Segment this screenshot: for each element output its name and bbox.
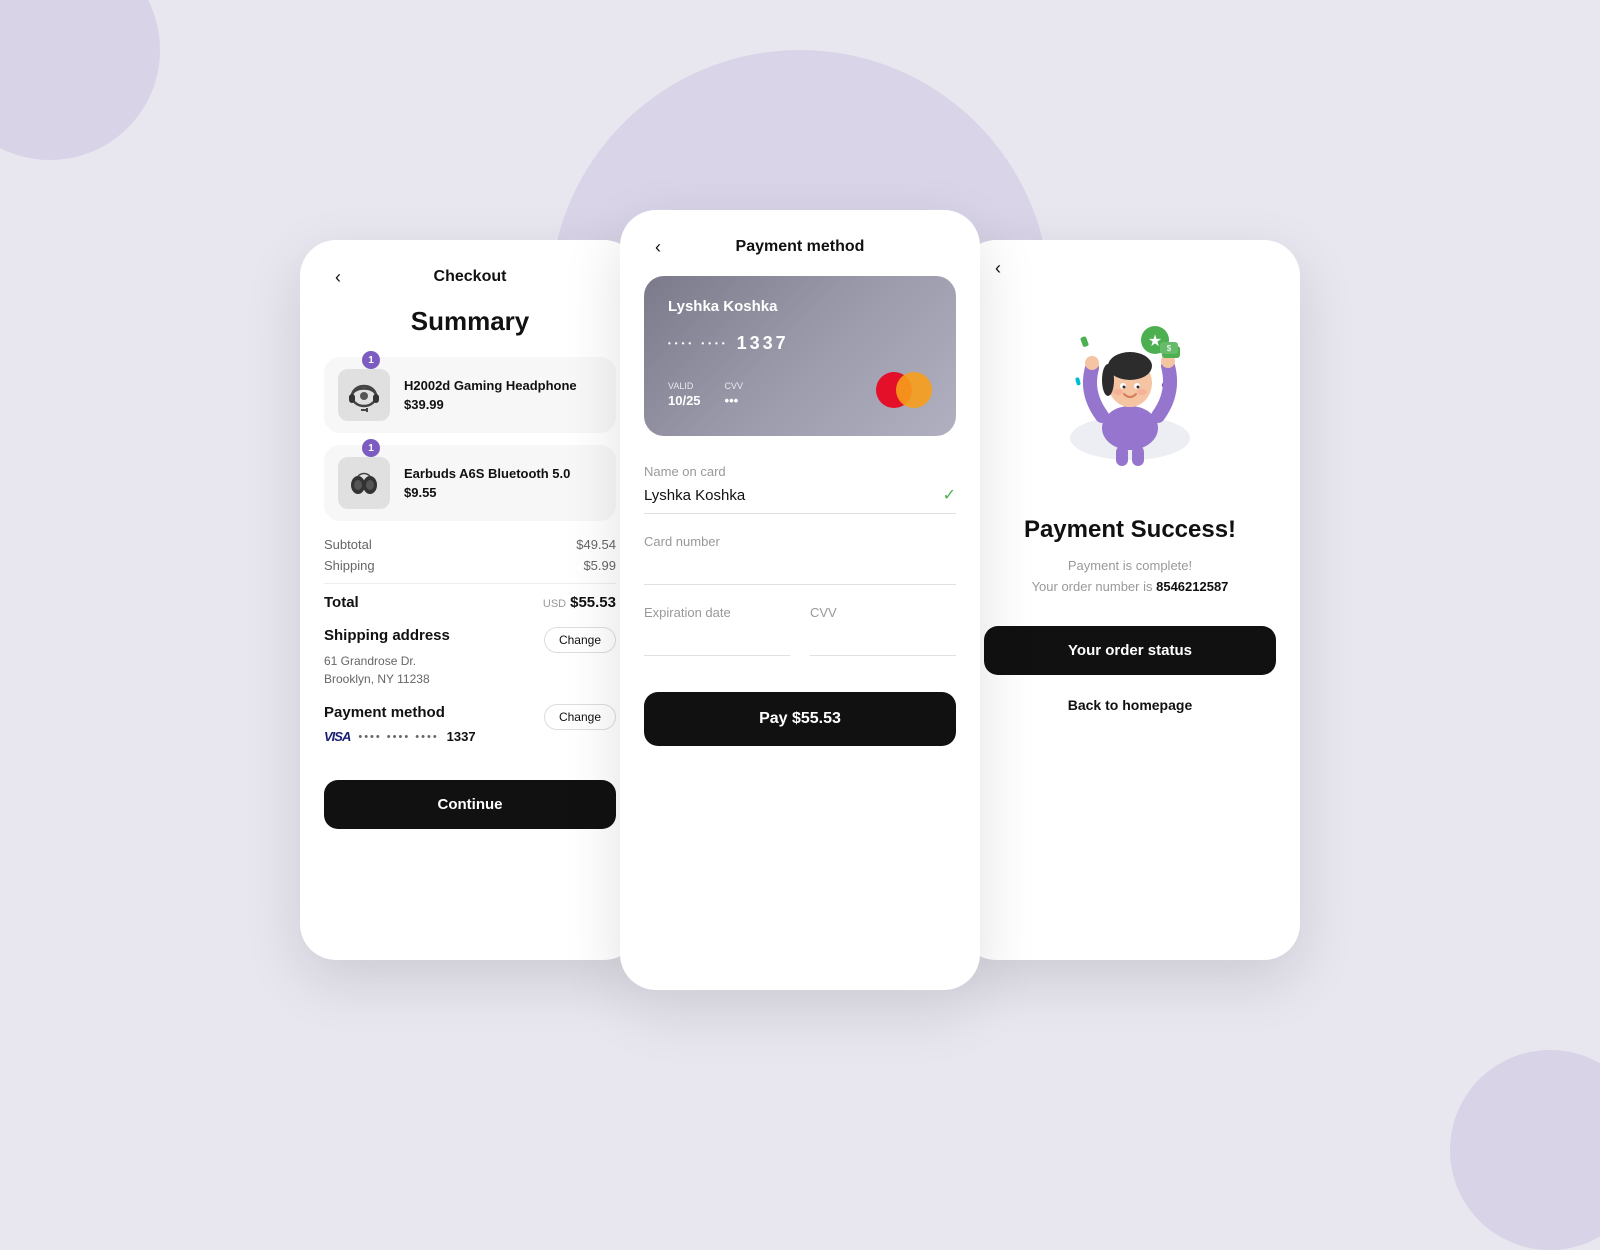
address-line1: 61 Grandrose Dr. bbox=[324, 652, 450, 670]
card-number-group: Card number bbox=[644, 534, 956, 585]
cc-cvv-section: CVV ••• bbox=[725, 381, 744, 408]
celebration-person-svg: ★ bbox=[1050, 298, 1210, 478]
product-image-1 bbox=[338, 369, 390, 421]
cvv-label: CVV bbox=[810, 605, 956, 620]
name-on-card-group: Name on card Lyshka Koshka ✓ bbox=[644, 464, 956, 514]
credit-card-visual: Lyshka Koshka •••• •••• 1337 VALID 10/25… bbox=[644, 276, 956, 436]
cc-valid-section: VALID 10/25 bbox=[668, 381, 701, 408]
product-badge-1: 1 bbox=[362, 351, 380, 369]
subtotal-value: $49.54 bbox=[576, 537, 616, 552]
subtotal-label: Subtotal bbox=[324, 537, 372, 552]
expiry-input[interactable] bbox=[644, 626, 790, 656]
check-icon: ✓ bbox=[943, 485, 956, 505]
product-badge-2: 1 bbox=[362, 439, 380, 457]
checkout-back-button[interactable]: ‹ bbox=[324, 263, 352, 291]
mc-orange-circle bbox=[896, 372, 932, 408]
product-price-1: $39.99 bbox=[404, 397, 602, 412]
total-label: Total bbox=[324, 594, 359, 611]
continue-button[interactable]: Continue bbox=[324, 780, 616, 829]
order-number: 8546212587 bbox=[1156, 579, 1228, 594]
product-info-1: H2002d Gaming Headphone $39.99 bbox=[404, 378, 602, 412]
payment-header: ‹ Payment method bbox=[644, 238, 956, 256]
name-on-card-label: Name on card bbox=[644, 464, 956, 479]
summary-title: Summary bbox=[324, 306, 616, 337]
cc-bottom: VALID 10/25 CVV ••• bbox=[668, 372, 932, 408]
success-screen: ‹ ★ bbox=[960, 240, 1300, 960]
success-message-line1: Payment is complete! bbox=[1068, 558, 1192, 573]
success-text: Payment is complete! Your order number i… bbox=[984, 556, 1276, 598]
total-value: USD$55.53 bbox=[543, 594, 616, 611]
cvv-input[interactable] bbox=[810, 626, 956, 656]
card-last4: 1337 bbox=[447, 729, 476, 744]
product-name-1: H2002d Gaming Headphone bbox=[404, 378, 602, 393]
product-name-2: Earbuds A6S Bluetooth 5.0 bbox=[404, 466, 602, 481]
success-back-button[interactable]: ‹ bbox=[984, 254, 1012, 282]
cc-valid-label: VALID bbox=[668, 381, 701, 391]
cc-dots-1: •••• •••• bbox=[668, 339, 729, 348]
card-number-input[interactable] bbox=[644, 555, 956, 585]
bg-blob-top-left bbox=[0, 0, 160, 160]
card-dots: •••• •••• •••• bbox=[358, 731, 438, 743]
expiry-group: Expiration date bbox=[644, 605, 790, 656]
cc-cvv-label: CVV bbox=[725, 381, 744, 391]
name-on-card-value: Lyshka Koshka ✓ bbox=[644, 485, 956, 514]
payment-method-info: Payment method VISA •••• •••• •••• 1337 bbox=[324, 704, 476, 744]
checkout-header: ‹ Checkout bbox=[324, 268, 616, 286]
cc-last4: 1337 bbox=[737, 333, 789, 354]
cc-valid-value: 10/25 bbox=[668, 393, 701, 408]
expiry-label: Expiration date bbox=[644, 605, 790, 620]
success-illustration: ★ bbox=[984, 288, 1276, 488]
cc-cvv-dots: ••• bbox=[725, 393, 744, 408]
success-title: Payment Success! bbox=[984, 516, 1276, 544]
total-row: Total USD$55.53 bbox=[324, 583, 616, 611]
address-line2: Brooklyn, NY 11238 bbox=[324, 670, 450, 688]
order-status-button[interactable]: Your order status bbox=[984, 626, 1276, 675]
payment-method-section: Payment method VISA •••• •••• •••• 1337 … bbox=[324, 704, 616, 744]
checkout-screen: ‹ Checkout Summary 1 H2002d Gaming Headp… bbox=[300, 240, 640, 960]
cvv-group: CVV bbox=[810, 605, 956, 656]
earbuds-icon bbox=[344, 463, 384, 503]
shipping-address-label: Shipping address bbox=[324, 627, 450, 644]
pay-button[interactable]: Pay $55.53 bbox=[644, 692, 956, 746]
payment-method-row: VISA •••• •••• •••• 1337 bbox=[324, 729, 476, 744]
homepage-button[interactable]: Back to homepage bbox=[984, 689, 1276, 721]
shipping-address-section: Shipping address 61 Grandrose Dr. Brookl… bbox=[324, 627, 616, 688]
price-breakdown: Subtotal $49.54 Shipping $5.99 Total USD… bbox=[324, 537, 616, 611]
product-price-2: $9.55 bbox=[404, 485, 602, 500]
shipping-value: $5.99 bbox=[583, 558, 616, 573]
visa-logo: VISA bbox=[324, 729, 350, 744]
cc-cardholder: Lyshka Koshka bbox=[668, 298, 932, 315]
change-address-button[interactable]: Change bbox=[544, 627, 616, 653]
product-item-2: 1 Earbuds A6S Bluetooth 5.0 $9.55 bbox=[324, 445, 616, 521]
expiry-cvv-row: Expiration date CVV bbox=[644, 605, 956, 676]
total-currency: USD bbox=[543, 598, 566, 610]
payment-method-screen: ‹ Payment method Lyshka Koshka •••• ••••… bbox=[620, 210, 980, 990]
bg-blob-bottom-right bbox=[1450, 1050, 1600, 1250]
screens-container: ‹ Checkout Summary 1 H2002d Gaming Headp… bbox=[100, 210, 1500, 990]
product-image-2 bbox=[338, 457, 390, 509]
change-payment-button[interactable]: Change bbox=[544, 704, 616, 730]
product-item-1: 1 H2002d Gaming Headphone $39.99 bbox=[324, 357, 616, 433]
success-message-line2: Your order number is bbox=[1032, 579, 1153, 594]
shipping-row: Shipping $5.99 bbox=[324, 558, 616, 573]
subtotal-row: Subtotal $49.54 bbox=[324, 537, 616, 552]
mastercard-logo bbox=[876, 372, 932, 408]
checkout-title: Checkout bbox=[434, 268, 507, 286]
shipping-address-info: Shipping address 61 Grandrose Dr. Brookl… bbox=[324, 627, 450, 688]
headphone-icon bbox=[343, 374, 385, 416]
cc-number: •••• •••• 1337 bbox=[668, 333, 932, 354]
payment-title: Payment method bbox=[736, 238, 865, 256]
product-info-2: Earbuds A6S Bluetooth 5.0 $9.55 bbox=[404, 466, 602, 500]
card-number-label: Card number bbox=[644, 534, 956, 549]
svg-text:$: $ bbox=[1167, 344, 1172, 353]
shipping-label: Shipping bbox=[324, 558, 375, 573]
payment-back-button[interactable]: ‹ bbox=[644, 233, 672, 261]
payment-method-label: Payment method bbox=[324, 704, 476, 721]
